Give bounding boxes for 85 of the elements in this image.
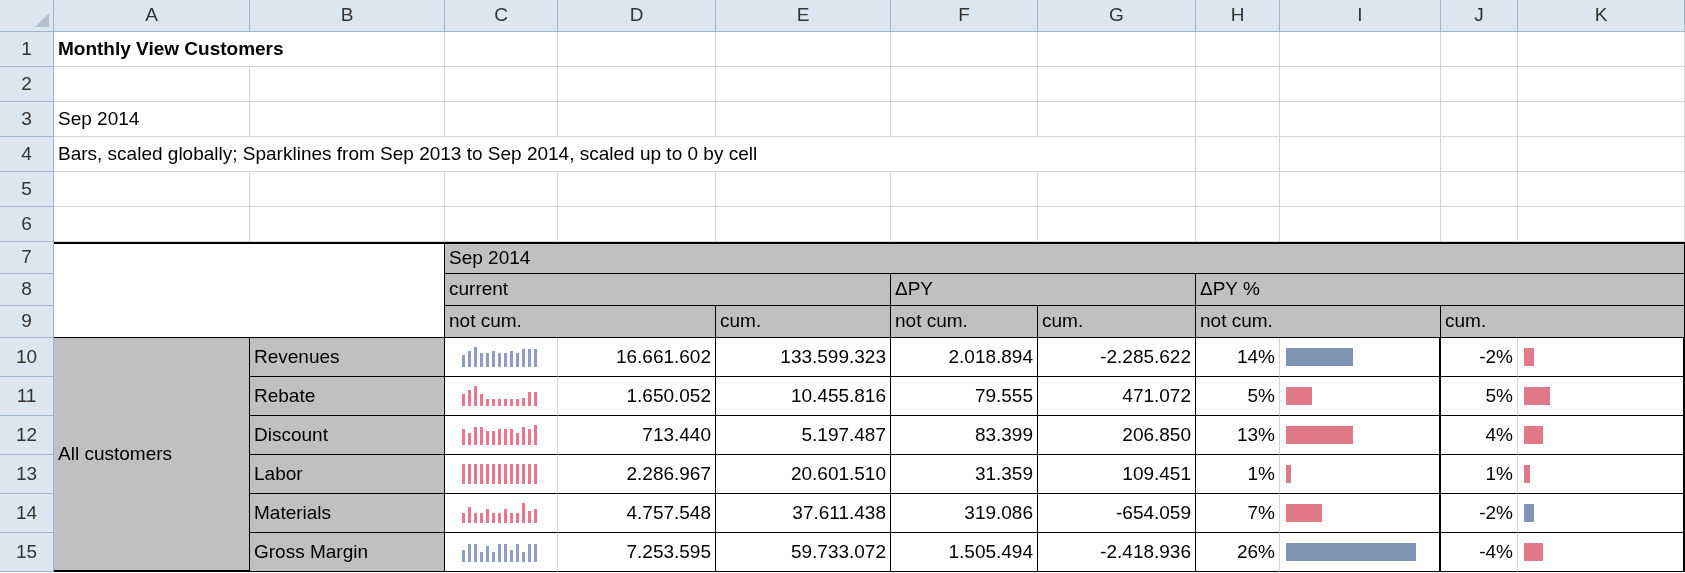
select-all-corner[interactable]	[0, 0, 54, 32]
column-header[interactable]: A	[54, 0, 250, 32]
value-cell: 1.505.494	[891, 533, 1038, 572]
row-header[interactable]: 1	[0, 32, 54, 67]
value-cell: 20.601.510	[716, 455, 891, 494]
row-header[interactable]: 5	[0, 172, 54, 207]
value-cell: 59.733.072	[716, 533, 891, 572]
row-header[interactable]: 12	[0, 416, 54, 455]
value-cell: 31.359	[891, 455, 1038, 494]
row-header[interactable]: 7	[0, 242, 54, 274]
value-cell: 7.253.595	[558, 533, 716, 572]
row-label: Revenues	[250, 338, 445, 377]
row-header[interactable]: 14	[0, 494, 54, 533]
row-header[interactable]: 4	[0, 137, 54, 172]
column-header[interactable]: C	[445, 0, 558, 32]
percent-cell: -4%	[1441, 533, 1518, 572]
column-header[interactable]: B	[250, 0, 445, 32]
value-cell: 109.451	[1038, 455, 1196, 494]
value-cell: 713.440	[558, 416, 716, 455]
value-cell: -2.418.936	[1038, 533, 1196, 572]
column-header[interactable]: K	[1518, 0, 1685, 32]
row-label: Rebate	[250, 377, 445, 416]
row-header[interactable]: 8	[0, 274, 54, 306]
value-cell: 1.650.052	[558, 377, 716, 416]
note-text: Bars, scaled globally; Sparklines from Sep 2013 to Sep 2014, scaled up to 0 by cell	[54, 137, 1196, 172]
subheader: not cum.	[891, 306, 1038, 338]
subheader: not cum.	[445, 306, 716, 338]
value-cell: 83.399	[891, 416, 1038, 455]
row-header[interactable]: 6	[0, 207, 54, 242]
subheader: cum.	[1441, 306, 1685, 338]
subheader: cum.	[1038, 306, 1196, 338]
sheet-title: Monthly View Customers	[54, 32, 445, 67]
value-cell: 37.611.438	[716, 494, 891, 533]
row-header[interactable]: 9	[0, 306, 54, 338]
percent-cell: 5%	[1441, 377, 1518, 416]
group-header: ΔPY %	[1196, 274, 1685, 306]
column-header[interactable]: E	[716, 0, 891, 32]
value-cell: 16.661.602	[558, 338, 716, 377]
value-cell: 471.072	[1038, 377, 1196, 416]
value-cell: 2.286.967	[558, 455, 716, 494]
group-header: current	[445, 274, 891, 306]
row-header[interactable]: 11	[0, 377, 54, 416]
value-cell: -654.059	[1038, 494, 1196, 533]
subheader: cum.	[716, 306, 891, 338]
value-cell: 133.599.323	[716, 338, 891, 377]
group-header: ΔPY	[891, 274, 1196, 306]
value-cell: 4.757.548	[558, 494, 716, 533]
percent-cell: 4%	[1441, 416, 1518, 455]
row-label: Labor	[250, 455, 445, 494]
percent-cell: 1%	[1196, 455, 1280, 494]
column-header[interactable]: H	[1196, 0, 1280, 32]
percent-cell: -2%	[1441, 338, 1518, 377]
percent-cell: -2%	[1441, 494, 1518, 533]
row-group-label: All customers	[54, 338, 250, 572]
subheader: not cum.	[1196, 306, 1441, 338]
column-header[interactable]: G	[1038, 0, 1196, 32]
row-header[interactable]: 3	[0, 102, 54, 137]
percent-cell: 5%	[1196, 377, 1280, 416]
value-cell: 5.197.487	[716, 416, 891, 455]
row-label: Gross Margin	[250, 533, 445, 572]
value-cell: 2.018.894	[891, 338, 1038, 377]
column-header[interactable]: I	[1280, 0, 1441, 32]
row-header[interactable]: 15	[0, 533, 54, 572]
value-cell: 79.555	[891, 377, 1038, 416]
row-header[interactable]: 2	[0, 67, 54, 102]
column-header[interactable]: D	[558, 0, 716, 32]
percent-cell: 14%	[1196, 338, 1280, 377]
percent-cell: 7%	[1196, 494, 1280, 533]
percent-cell: 1%	[1441, 455, 1518, 494]
row-header[interactable]: 13	[0, 455, 54, 494]
corner-triangle-icon	[35, 13, 49, 27]
row-header[interactable]: 10	[0, 338, 54, 377]
row-label: Materials	[250, 494, 445, 533]
period-header: Sep 2014	[445, 242, 1685, 274]
row-label: Discount	[250, 416, 445, 455]
percent-cell: 26%	[1196, 533, 1280, 572]
value-cell: -2.285.622	[1038, 338, 1196, 377]
column-header[interactable]: J	[1441, 0, 1518, 32]
column-header[interactable]: F	[891, 0, 1038, 32]
empty-cell[interactable]	[54, 242, 445, 338]
percent-cell: 13%	[1196, 416, 1280, 455]
date-cell: Sep 2014	[54, 102, 250, 137]
value-cell: 319.086	[891, 494, 1038, 533]
value-cell: 10.455.816	[716, 377, 891, 416]
value-cell: 206.850	[1038, 416, 1196, 455]
